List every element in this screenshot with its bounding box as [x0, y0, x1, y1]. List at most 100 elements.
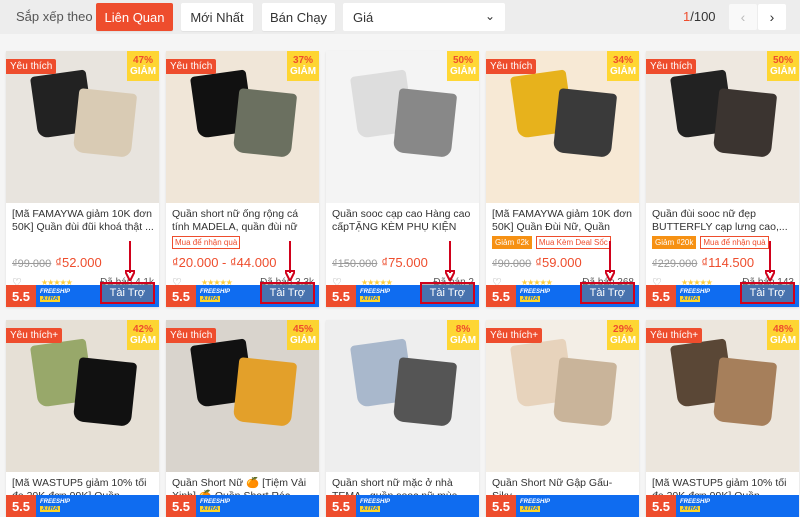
sale-price: ₫75.000	[381, 255, 428, 270]
product-card[interactable]: Yêu thích 50% GIẢM 5.5 FREESHIP XTRA Tài Trợ Qu…	[646, 51, 799, 307]
sort-bestselling-button[interactable]: Bán Chạy	[262, 3, 335, 31]
freeship-label: FREESHIP XTRA	[40, 289, 71, 302]
discount-badge: 8% GIẢM	[447, 320, 479, 350]
product-card[interactable]: Yêu thích 45% GIẢM 5.5 FREESHIP XTRA Quần Shor…	[166, 320, 319, 517]
discount-badge: 48% GIẢM	[767, 320, 799, 350]
prev-page-button[interactable]: ‹	[729, 4, 757, 30]
discount-badge: 45% GIẢM	[287, 320, 319, 350]
freeship-label: FREESHIP XTRA	[200, 289, 231, 302]
product-card[interactable]: Yêu thích 34% GIẢM 5.5 FREESHIP XTRA Tài Trợ [M…	[486, 51, 639, 307]
discount-label: GIẢM	[609, 66, 637, 77]
discount-percent: 50%	[452, 55, 473, 66]
discount-percent: 29%	[612, 324, 633, 335]
product-title[interactable]: Quần đùi sooc nữ đẹp BUTTERFLY cạp lưng …	[652, 208, 794, 234]
page-indicator: 1/100	[683, 9, 716, 24]
sale-price: ₫52.000	[55, 255, 102, 270]
freeship-label: FREESHIP XTRA	[360, 499, 391, 512]
freeship-label: FREESHIP XTRA	[40, 499, 71, 512]
price-sort-select[interactable]: Giá ⌄	[343, 3, 505, 31]
red-arrow-annotation	[765, 241, 775, 281]
product-card[interactable]: Yêu thích 47% GIẢM 5.5 FREESHIP XTRA Tài Trợ [M…	[6, 51, 159, 307]
favorite-badge: Yêu thích	[166, 59, 217, 74]
sort-relevance-button[interactable]: Liên Quan	[96, 3, 173, 31]
product-title[interactable]: Quần sooc cạp cao Hàng cao cấpTẶNG KÈM P…	[332, 208, 474, 234]
sale-price: ₫20.000 - ₫44.000	[172, 255, 277, 270]
chevron-down-icon: ⌄	[484, 9, 495, 23]
promo-tag: Mua để nhận quà	[172, 236, 241, 249]
discount-label: GIẢM	[289, 66, 317, 77]
product-card[interactable]: Yêu thích+ 29% GIẢM 5.5 FREESHIP XTRA Quần Sho…	[486, 320, 639, 517]
page-total: /100	[690, 9, 716, 24]
next-page-button[interactable]: ›	[758, 4, 786, 30]
discount-percent: 45%	[292, 324, 313, 335]
favorite-badge: Yêu thích+	[486, 328, 543, 343]
promo-55-label: 5.5	[491, 498, 511, 514]
discount-badge: 50% GIẢM	[447, 51, 479, 81]
promo-tags: Giảm ₫2k Mua Kèm Deal Sốc	[492, 236, 611, 249]
discount-percent: 8%	[455, 324, 471, 335]
discount-badge: 29% GIẢM	[607, 320, 639, 350]
discount-percent: 48%	[772, 324, 793, 335]
sale-price: ₫59.000	[535, 255, 582, 270]
favorite-badge: Yêu thích	[486, 59, 537, 74]
price-sort-label: Giá	[353, 9, 374, 25]
product-card[interactable]: 8% GIẢM 5.5 FREESHIP XTRA Quần short nữ mặc ở…	[326, 320, 479, 517]
promo-tag: Giảm ₫20k	[652, 236, 697, 249]
promo-55-label: 5.5	[651, 288, 671, 304]
sort-bar: Sắp xếp theo Liên Quan Mới Nhất Bán Chạy…	[0, 0, 800, 34]
freeship-label: FREESHIP XTRA	[200, 499, 231, 512]
favorite-badge: Yêu thích	[166, 328, 217, 343]
original-price: ₫229.000	[652, 258, 698, 270]
discount-percent: 47%	[132, 55, 153, 66]
sort-newest-button[interactable]: Mới Nhất	[181, 3, 253, 31]
favorite-badge: Yêu thích	[646, 59, 697, 74]
promo-banner: 5.5 FREESHIP XTRA	[326, 495, 479, 517]
product-card[interactable]: 50% GIẢM 5.5 FREESHIP XTRA Tài Trợ Quần sooc c…	[326, 51, 479, 307]
product-card[interactable]: Yêu thích+ 42% GIẢM 5.5 FREESHIP XTRA [Mã WAST…	[6, 320, 159, 517]
red-arrow-annotation	[445, 241, 455, 281]
sponsored-label: Tài Trợ	[739, 282, 795, 304]
promo-banner: 5.5 FREESHIP XTRA	[166, 495, 319, 517]
promo-tag: Mua Kèm Deal Sốc	[535, 236, 611, 249]
chevron-right-icon: ›	[769, 9, 775, 25]
promo-55-label: 5.5	[331, 498, 351, 514]
product-card[interactable]: Yêu thích+ 48% GIẢM 5.5 FREESHIP XTRA [Mã WAST…	[646, 320, 799, 517]
discount-percent: 42%	[132, 324, 153, 335]
sponsored-label: Tài Trợ	[579, 282, 635, 304]
discount-badge: 50% GIẢM	[767, 51, 799, 81]
discount-percent: 37%	[292, 55, 313, 66]
freeship-label: FREESHIP XTRA	[360, 289, 391, 302]
sponsored-label: Tài Trợ	[259, 282, 315, 304]
product-card[interactable]: Yêu thích 37% GIẢM 5.5 FREESHIP XTRA Tài Trợ Qu…	[166, 51, 319, 307]
discount-badge: 37% GIẢM	[287, 51, 319, 81]
promo-55-label: 5.5	[11, 288, 31, 304]
favorite-badge: Yêu thích+	[646, 328, 703, 343]
chevron-left-icon: ‹	[740, 9, 746, 25]
discount-label: GIẢM	[769, 335, 797, 346]
freeship-label: FREESHIP XTRA	[680, 289, 711, 302]
promo-55-label: 5.5	[651, 498, 671, 514]
promo-banner: 5.5 FREESHIP XTRA	[486, 495, 639, 517]
discount-badge: 42% GIẢM	[127, 320, 159, 350]
product-title[interactable]: Quần short nữ ống rộng cá tính MADELA, q…	[172, 208, 314, 234]
promo-55-label: 5.5	[171, 288, 191, 304]
promo-55-label: 5.5	[491, 288, 511, 304]
sale-price: ₫114.500	[701, 255, 755, 270]
discount-percent: 34%	[612, 55, 633, 66]
freeship-label: FREESHIP XTRA	[520, 499, 551, 512]
discount-label: GIẢM	[769, 66, 797, 77]
sort-label: Sắp xếp theo	[16, 9, 93, 24]
product-title[interactable]: [Mã FAMAYWA giảm 10K đơn 50K] Quần đùi đ…	[12, 208, 154, 234]
favorite-badge: Yêu thích	[6, 59, 57, 74]
discount-badge: 47% GIẢM	[127, 51, 159, 81]
sponsored-label: Tài Trợ	[419, 282, 475, 304]
promo-55-label: 5.5	[11, 498, 31, 514]
favorite-badge: Yêu thích+	[6, 328, 63, 343]
promo-tag: Mua để nhận quà	[700, 236, 769, 249]
freeship-label: FREESHIP XTRA	[520, 289, 551, 302]
red-arrow-annotation	[125, 241, 135, 281]
red-arrow-annotation	[605, 241, 615, 281]
product-title[interactable]: [Mã FAMAYWA giảm 10K đơn 50K] Quần Đùi N…	[492, 208, 634, 234]
freeship-label: FREESHIP XTRA	[680, 499, 711, 512]
discount-badge: 34% GIẢM	[607, 51, 639, 81]
